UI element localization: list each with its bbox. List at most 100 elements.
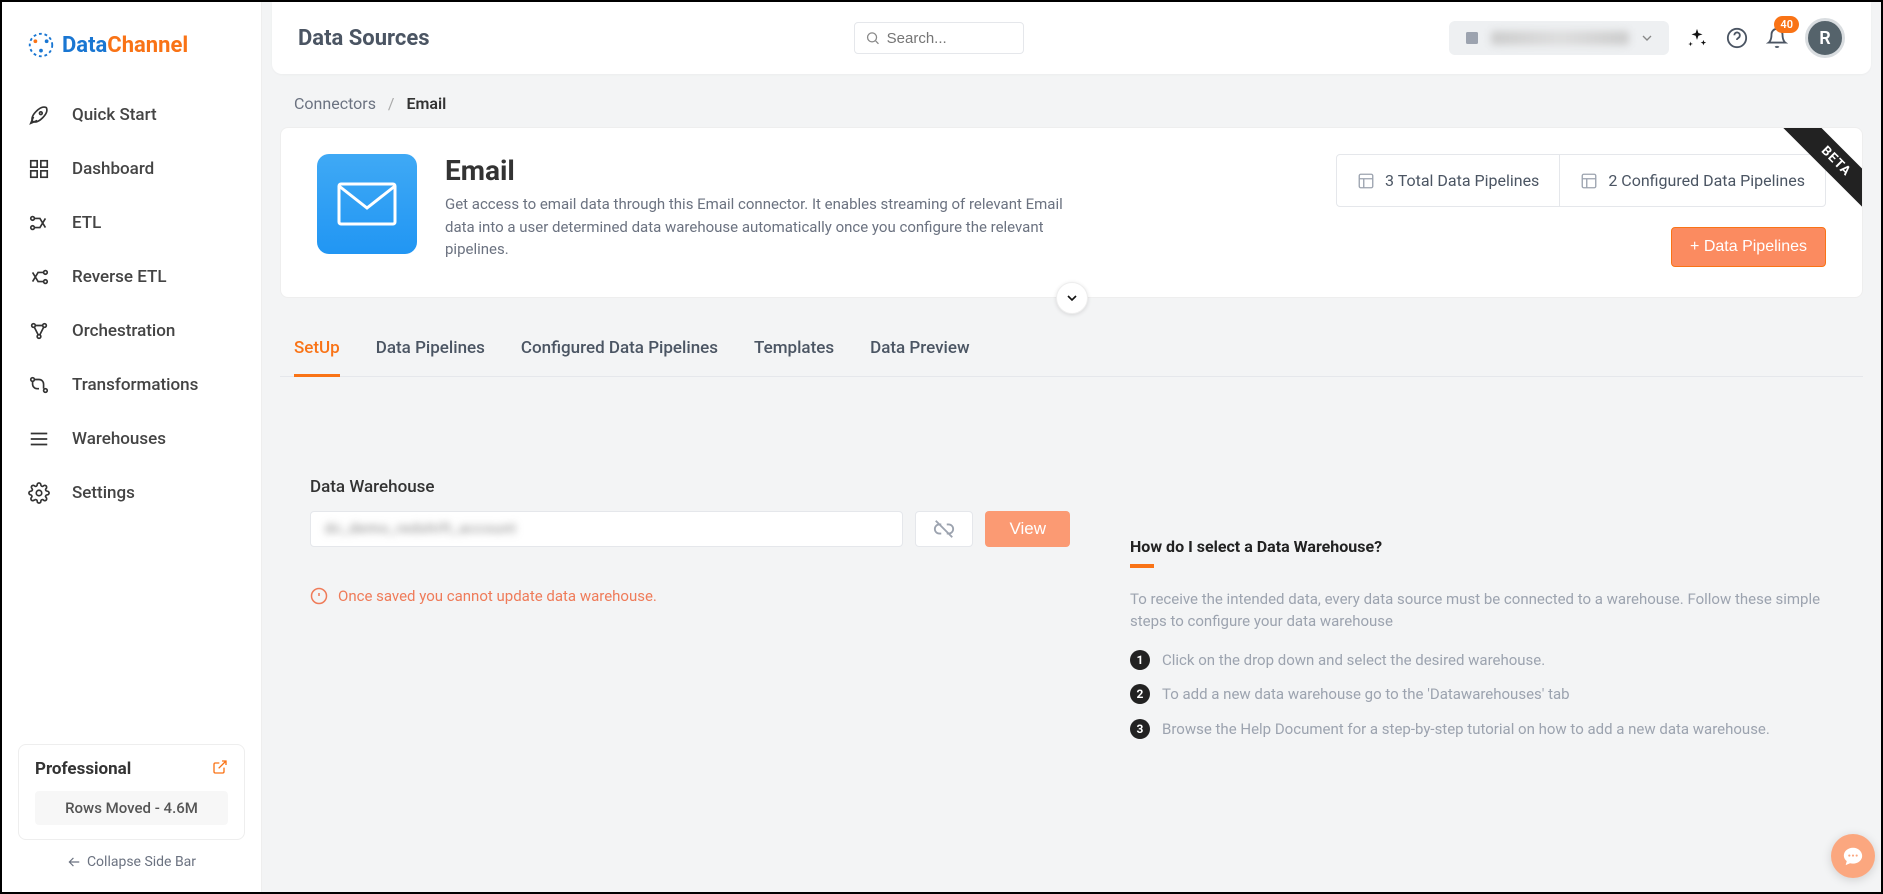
step-number: 1 (1130, 650, 1150, 670)
notification-count: 40 (1774, 16, 1799, 33)
data-warehouse-select[interactable]: dc_demo_redshift_account (310, 511, 903, 547)
help-button[interactable] (1725, 26, 1749, 50)
transformations-icon (28, 374, 50, 396)
stat-total-pipelines: 3 Total Data Pipelines (1337, 155, 1559, 206)
workspace-name-blurred (1491, 31, 1629, 45)
main: Data Sources 40 R (262, 2, 1881, 892)
rocket-icon (28, 104, 50, 126)
view-button[interactable]: View (985, 511, 1070, 547)
sidebar-item-label: Transformations (72, 375, 198, 395)
sidebar-item-etl[interactable]: ETL (2, 196, 261, 250)
logo-text: DataChannel (62, 33, 188, 58)
step-number: 2 (1130, 684, 1150, 704)
sidebar-footer: Professional Rows Moved - 4.6M Collapse … (2, 728, 261, 892)
warehouses-icon (28, 428, 50, 450)
sidebar-item-orchestration[interactable]: Orchestration (2, 304, 261, 358)
etl-icon (28, 212, 50, 234)
help-step-3: 3 Browse the Help Document for a step-by… (1130, 718, 1833, 741)
sidebar-item-dashboard[interactable]: Dashboard (2, 142, 261, 196)
collapse-label: Collapse Side Bar (87, 854, 196, 870)
tab-configured-data-pipelines[interactable]: Configured Data Pipelines (521, 338, 718, 376)
sidebar-item-label: Dashboard (72, 159, 154, 179)
warning-text: Once saved you cannot update data wareho… (338, 587, 657, 605)
breadcrumb-separator: / (388, 94, 395, 113)
help-title: How do I select a Data Warehouse? (1130, 537, 1833, 556)
sidebar-item-reverse-etl[interactable]: Reverse ETL (2, 250, 261, 304)
logo-icon (26, 30, 56, 60)
tab-data-pipelines[interactable]: Data Pipelines (376, 338, 485, 376)
notifications-button[interactable]: 40 (1765, 26, 1789, 50)
help-description: To receive the intended data, every data… (1130, 588, 1833, 633)
stat-configured-pipelines: 2 Configured Data Pipelines (1559, 155, 1825, 206)
help-column: How do I select a Data Warehouse? To rec… (1130, 477, 1833, 753)
topbar: Data Sources 40 R (272, 2, 1871, 74)
stat-configured-pipelines-label: 2 Configured Data Pipelines (1608, 171, 1805, 190)
help-step-2: 2 To add a new data warehouse go to the … (1130, 683, 1833, 706)
avatar[interactable]: R (1805, 18, 1845, 58)
chat-fab[interactable] (1831, 834, 1875, 878)
step-text: Click on the drop down and select the de… (1162, 649, 1545, 672)
search-field[interactable] (887, 30, 1014, 47)
orchestration-icon (28, 320, 50, 342)
tab-templates[interactable]: Templates (754, 338, 834, 376)
sidebar-item-warehouses[interactable]: Warehouses (2, 412, 261, 466)
sidebar-item-label: ETL (72, 213, 101, 233)
alert-icon (310, 587, 328, 605)
sidebar-item-quick-start[interactable]: Quick Start (2, 88, 261, 142)
sidebar-item-label: Quick Start (72, 105, 157, 125)
layout-icon (1357, 172, 1375, 190)
external-link-icon[interactable] (212, 759, 228, 779)
dashboard-icon (28, 158, 50, 180)
avatar-initial: R (1819, 28, 1830, 49)
sidebar-item-label: Reverse ETL (72, 267, 167, 287)
step-number: 3 (1130, 719, 1150, 739)
breadcrumb-parent[interactable]: Connectors (294, 94, 376, 113)
step-text: Browse the Help Document for a step-by-s… (1162, 718, 1770, 741)
unlink-button[interactable] (915, 511, 973, 547)
page-title: Data Sources (298, 26, 430, 51)
warning-message: Once saved you cannot update data wareho… (310, 587, 1070, 605)
help-step-1: 1 Click on the drop down and select the … (1130, 649, 1833, 672)
sidebar-item-label: Settings (72, 483, 135, 503)
data-warehouse-label: Data Warehouse (310, 477, 1070, 497)
search-input[interactable] (854, 22, 1024, 54)
hero-stats: 3 Total Data Pipelines 2 Configured Data… (1336, 154, 1826, 207)
form-column: Data Warehouse dc_demo_redshift_account … (310, 477, 1070, 753)
sidebar-item-label: Orchestration (72, 321, 175, 341)
sidebar-item-label: Warehouses (72, 429, 166, 449)
help-icon (1726, 27, 1748, 49)
plan-name: Professional (35, 759, 131, 779)
search-icon (865, 29, 880, 47)
breadcrumb-current: Email (407, 94, 447, 113)
workspace-icon (1463, 29, 1481, 47)
collapse-sidebar-button[interactable]: Collapse Side Bar (18, 840, 245, 876)
connector-hero: Email Get access to email data through t… (280, 127, 1863, 298)
plan-stat: Rows Moved - 4.6M (35, 791, 228, 825)
tab-setup[interactable]: SetUp (294, 338, 340, 377)
expand-toggle[interactable] (1056, 282, 1088, 314)
step-text: To add a new data warehouse go to the 'D… (1162, 683, 1570, 706)
sidebar: DataChannel Quick Start Dashboard ETL Re… (2, 2, 262, 892)
collapse-icon (67, 855, 81, 869)
gear-icon (28, 482, 50, 504)
logo[interactable]: DataChannel (2, 2, 261, 80)
connector-description: Get access to email data through this Em… (445, 193, 1085, 261)
stat-total-pipelines-label: 3 Total Data Pipelines (1385, 171, 1539, 190)
chevron-down-icon (1064, 290, 1080, 306)
chat-icon (1842, 845, 1864, 867)
workspace-selector[interactable] (1449, 21, 1669, 55)
layout-icon (1580, 172, 1598, 190)
tab-data-preview[interactable]: Data Preview (870, 338, 970, 376)
selected-warehouse-value: dc_demo_redshift_account (325, 521, 517, 537)
breadcrumb: Connectors / Email (280, 74, 1863, 127)
email-icon (337, 182, 397, 226)
help-underline (1130, 564, 1154, 568)
reverse-etl-icon (28, 266, 50, 288)
sidebar-item-settings[interactable]: Settings (2, 466, 261, 520)
sidebar-item-transformations[interactable]: Transformations (2, 358, 261, 412)
sparkle-button[interactable] (1685, 26, 1709, 50)
chevron-down-icon (1639, 30, 1655, 46)
unlink-icon (933, 518, 955, 540)
add-data-pipelines-button[interactable]: + Data Pipelines (1671, 227, 1826, 267)
connector-title: Email (445, 154, 1085, 187)
